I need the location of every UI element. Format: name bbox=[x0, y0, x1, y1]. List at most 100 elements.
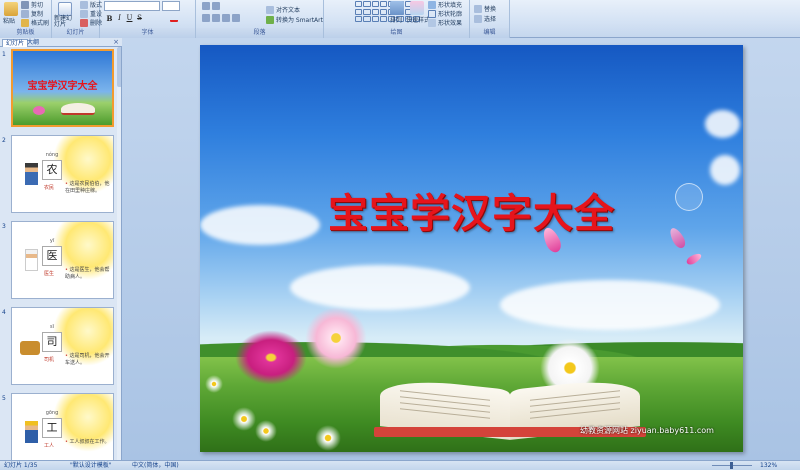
text-line bbox=[400, 390, 490, 401]
paste-button[interactable]: 粘贴 bbox=[3, 16, 15, 25]
clipboard-label: 剪贴板 bbox=[0, 28, 51, 38]
reset-button[interactable]: 重设 bbox=[80, 9, 102, 18]
thumb-text: 这是司机，他会开车送人。 bbox=[65, 353, 111, 367]
panel-tabs: 幻灯片 大纲 × bbox=[0, 38, 122, 47]
thumbnail-row-4: 4 sī 司 司机 这是司机，他会开车送人。 bbox=[0, 307, 121, 387]
small-daisy bbox=[315, 425, 341, 451]
thumb-text: 这是医生，他会帮助病人。 bbox=[65, 267, 111, 281]
bullets-icon[interactable] bbox=[202, 2, 210, 10]
editing-group: 替换 选择 编辑 bbox=[470, 0, 510, 38]
slide-title[interactable]: 宝宝学汉字大全 bbox=[200, 181, 743, 239]
watermark-text: 幼教资源网站 ziyuan.baby611.com bbox=[580, 426, 714, 435]
cut-button[interactable]: 剪切 bbox=[21, 0, 43, 9]
thumb-character: 司 bbox=[42, 332, 62, 352]
font-color-icon[interactable] bbox=[170, 14, 178, 22]
italic-button[interactable]: I bbox=[115, 14, 124, 23]
replace-button[interactable]: 替换 bbox=[474, 4, 496, 13]
paragraph-group: 对齐文本 转换为 SmartArt 段落 bbox=[196, 0, 324, 38]
thumb-character: 工 bbox=[42, 418, 62, 438]
bold-button[interactable]: B bbox=[105, 14, 114, 23]
worker-figure bbox=[25, 421, 38, 443]
shape-outline-button[interactable]: 形状轮廓 bbox=[428, 9, 462, 18]
layout-icon bbox=[80, 0, 88, 9]
smartart-icon bbox=[266, 15, 274, 24]
thumb-pinyin: yī bbox=[49, 238, 55, 244]
outline-icon bbox=[428, 9, 436, 18]
brush-icon bbox=[21, 18, 29, 27]
new-slide-button[interactable]: 新建幻灯片 bbox=[54, 16, 76, 28]
slides-label: 幻灯片 bbox=[52, 28, 99, 38]
ribbon: 粘贴 剪切 复制 格式刷 剪贴板 新建幻灯片 版式 重设 删除 幻灯片 B I … bbox=[0, 0, 800, 38]
numbering-icon[interactable] bbox=[212, 2, 220, 10]
drawing-group: 排列 快速样式 形状填充 形状轮廓 形状效果 绘图 bbox=[324, 0, 470, 38]
drawing-label: 绘图 bbox=[324, 28, 469, 38]
slide-thumbnail-3[interactable]: yī 医 医生 这是医生，他会帮助病人。 bbox=[11, 221, 114, 299]
slide-thumbnail-2[interactable]: nóng 农 农民 这是农民伯伯，他在田里种庄稼。 bbox=[11, 135, 114, 213]
slide-thumbnail-5[interactable]: gōng 工 工人 工人叔叔在工作。 bbox=[11, 393, 114, 460]
thumbnail-row-5: 5 gōng 工 工人 工人叔叔在工作。 bbox=[0, 393, 121, 460]
justify-icon[interactable] bbox=[232, 14, 240, 22]
thumb-title: 宝宝学汉字大全 bbox=[27, 81, 98, 92]
slide-thumbnails-panel: 1 宝宝学汉字大全 2 nóng 农 农民 这是农民伯伯，他在田里种庄稼。 3 … bbox=[0, 47, 122, 460]
align-text-icon bbox=[266, 5, 274, 14]
font-name-box[interactable] bbox=[104, 1, 160, 11]
shape-fill-button[interactable]: 形状填充 bbox=[428, 0, 462, 9]
slide-thumbnail-1[interactable]: 宝宝学汉字大全 bbox=[11, 49, 114, 127]
slide-number: 5 bbox=[2, 395, 6, 402]
select-icon bbox=[474, 14, 482, 23]
small-daisy bbox=[232, 407, 256, 431]
thumb-word: 工人 bbox=[44, 443, 55, 449]
magenta-cosmos-flower bbox=[235, 330, 307, 385]
clipboard-group: 粘贴 剪切 复制 格式刷 剪贴板 bbox=[0, 0, 52, 38]
thumb-flower bbox=[33, 106, 45, 115]
delete-button[interactable]: 删除 bbox=[80, 18, 102, 27]
slide-thumbnail-4[interactable]: sī 司 司机 这是司机，他会开车送人。 bbox=[11, 307, 114, 385]
layout-button[interactable]: 版式 bbox=[80, 0, 102, 9]
align-text-button[interactable]: 对齐文本 bbox=[266, 5, 300, 14]
arrange-button[interactable]: 排列 bbox=[390, 15, 402, 24]
current-slide[interactable]: 宝宝学汉字大全 幼教资源网站 ziyuan.baby611.com bbox=[200, 45, 743, 452]
new-slide-icon[interactable] bbox=[58, 2, 72, 16]
align-left-icon[interactable] bbox=[202, 14, 210, 22]
cloud bbox=[290, 265, 470, 310]
effects-icon bbox=[428, 18, 436, 27]
convert-smartart-button[interactable]: 转换为 SmartArt bbox=[266, 15, 323, 24]
thumb-text: 工人叔叔在工作。 bbox=[65, 439, 111, 446]
font-size-box[interactable] bbox=[162, 1, 180, 11]
font-group: B I U S 字体 bbox=[100, 0, 196, 38]
copy-icon bbox=[21, 9, 29, 18]
zoom-level[interactable]: 132% bbox=[760, 461, 777, 470]
thumb-text: 这是农民伯伯，他在田里种庄稼。 bbox=[65, 181, 111, 195]
small-daisy bbox=[255, 420, 277, 442]
thumbnail-row-3: 3 yī 医 医生 这是医生，他会帮助病人。 bbox=[0, 221, 121, 301]
pink-cosmos-flower bbox=[305, 307, 367, 369]
format-painter-button[interactable]: 格式刷 bbox=[21, 18, 49, 27]
quick-styles-icon[interactable] bbox=[410, 1, 424, 15]
thumb-pinyin: gōng bbox=[45, 410, 59, 416]
driver-figure bbox=[20, 341, 40, 355]
thumbnail-row-2: 2 nóng 农 农民 这是农民伯伯，他在田里种庄稼。 bbox=[0, 135, 121, 215]
align-right-icon[interactable] bbox=[222, 14, 230, 22]
slide-count: 幻灯片 1/35 bbox=[4, 462, 38, 469]
underline-button[interactable]: U bbox=[125, 14, 134, 23]
quick-styles-button[interactable]: 快速样式 bbox=[406, 15, 430, 24]
tab-outline[interactable]: 大纲 bbox=[24, 39, 42, 47]
zoom-slider-knob[interactable] bbox=[730, 462, 733, 469]
reset-icon bbox=[80, 9, 88, 18]
align-center-icon[interactable] bbox=[212, 14, 220, 22]
thumb-character: 农 bbox=[42, 160, 62, 180]
copy-button[interactable]: 复制 bbox=[21, 9, 43, 18]
thumb-character: 医 bbox=[42, 246, 62, 266]
strike-button[interactable]: S bbox=[135, 14, 144, 23]
fill-icon bbox=[428, 0, 436, 9]
theme-name[interactable]: "默认设计模板" bbox=[70, 461, 112, 470]
select-button[interactable]: 选择 bbox=[474, 14, 496, 23]
close-panel-icon[interactable]: × bbox=[113, 38, 119, 47]
arrange-icon[interactable] bbox=[390, 1, 404, 15]
language-indicator[interactable]: 中文(简体，中国) bbox=[132, 461, 179, 470]
thumb-word: 医生 bbox=[44, 271, 55, 277]
shape-effects-button[interactable]: 形状效果 bbox=[428, 18, 462, 27]
thumbnail-row-1: 1 宝宝学汉字大全 bbox=[0, 49, 121, 129]
replace-icon bbox=[474, 4, 482, 13]
paste-icon[interactable] bbox=[4, 2, 18, 16]
